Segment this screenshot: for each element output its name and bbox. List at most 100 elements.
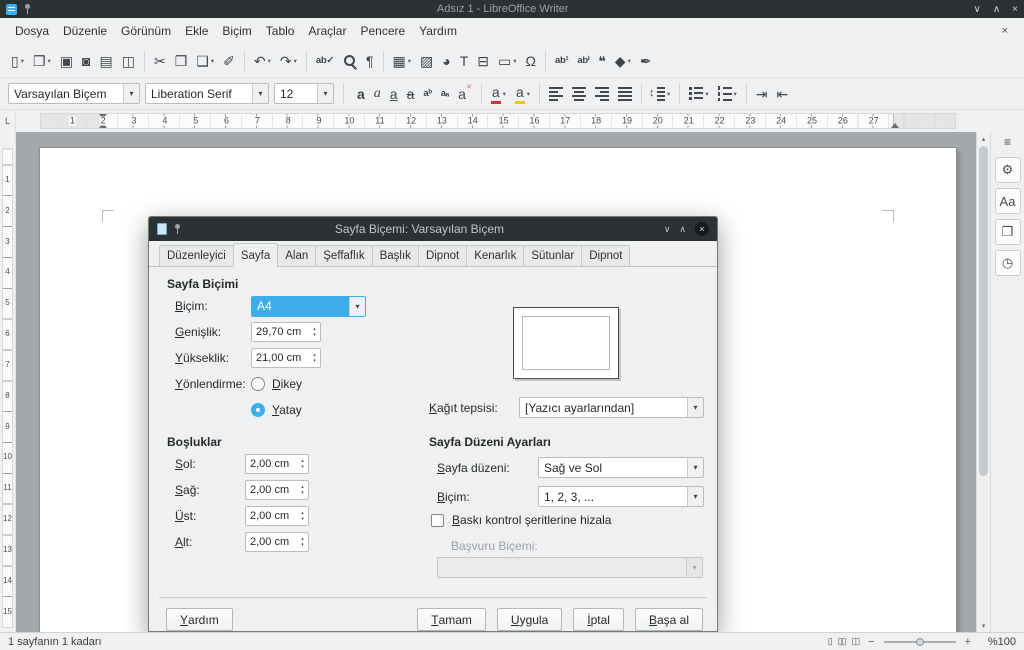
help-button[interactable]: Yardım	[166, 608, 233, 631]
spin-up-icon[interactable]	[313, 353, 316, 358]
zoom-level[interactable]: %100	[980, 636, 1016, 648]
spin-up-icon[interactable]	[313, 327, 316, 332]
subscript-icon[interactable]: aₐ	[437, 86, 453, 102]
bold-icon[interactable]: a	[353, 84, 369, 104]
apply-button[interactable]: Uygula	[497, 608, 562, 631]
dropdown-arrow-icon[interactable]: ▾	[48, 57, 51, 65]
height-spinner[interactable]: 21,00 cm	[251, 348, 321, 368]
page-format-dropdown[interactable]: A4	[251, 296, 366, 317]
dropdown-arrow-icon[interactable]: ▾	[268, 57, 271, 65]
dropdown-arrow-icon[interactable]: ▾	[21, 57, 24, 65]
insert-shapes-icon[interactable]: ◆▾	[611, 51, 635, 71]
dropdown-arrow-icon[interactable]: ▾	[667, 90, 670, 98]
sidebar-properties-icon[interactable]: ⚙	[995, 157, 1021, 183]
insert-chart-icon[interactable]: ◕	[438, 51, 454, 71]
margin-left-spinner[interactable]: 2,00 cm	[245, 454, 309, 474]
spin-down-icon[interactable]	[313, 359, 316, 364]
dialog-tab-seffaflik[interactable]: Şeffaflık	[315, 245, 372, 267]
dialog-tab-sutunlar[interactable]: Sütunlar	[523, 245, 582, 267]
superscript-icon[interactable]: aᵇ	[419, 86, 435, 102]
dialog-tab-sayfa[interactable]: Sayfa	[233, 243, 278, 267]
line-spacing-icon[interactable]: ▾	[647, 83, 674, 104]
print-preview-icon[interactable]: ◫	[118, 51, 139, 71]
font-size-combo[interactable]: 12	[274, 83, 334, 104]
sidebar-navigator-icon[interactable]: ◷	[995, 250, 1021, 276]
chevron-down-icon[interactable]	[687, 398, 703, 417]
menu-dosya[interactable]: Dosya	[8, 20, 56, 42]
page-count-status[interactable]: 1 sayfanın 1 kadarı	[8, 636, 102, 648]
dialog-roll-up-icon[interactable]: ∧	[679, 224, 686, 235]
dropdown-arrow-icon[interactable]: ▾	[628, 57, 631, 65]
insert-footnote-icon[interactable]: ab¹	[551, 53, 572, 69]
insert-text-box-icon[interactable]: T	[456, 51, 473, 71]
minimize-icon[interactable]: ∨	[974, 4, 981, 15]
numbered-list-icon[interactable]: ▾	[714, 83, 741, 104]
dropdown-arrow-icon[interactable]: ▾	[527, 90, 530, 98]
dialog-pin-icon[interactable]	[174, 224, 182, 235]
menu-gorunum[interactable]: Görünüm	[114, 20, 178, 42]
redo-icon[interactable]: ↷▾	[276, 51, 301, 71]
close-document-icon[interactable]: ×	[994, 23, 1016, 39]
print-icon[interactable]: ▤	[96, 51, 117, 71]
register-true-row[interactable]: Baskı kontrol şeritlerine hizala	[431, 513, 611, 527]
spin-down-icon[interactable]	[301, 491, 304, 496]
tab-stop-selector[interactable]: L	[0, 110, 16, 132]
italic-icon[interactable]: a	[370, 84, 385, 104]
increase-indent-icon[interactable]: ⇥	[752, 84, 772, 104]
insert-endnote-icon[interactable]: abⁱ	[573, 53, 593, 69]
underline-icon[interactable]: a	[386, 84, 402, 104]
pin-icon[interactable]	[24, 4, 32, 15]
ok-button[interactable]: Tamam	[417, 608, 486, 631]
spin-up-icon[interactable]	[301, 485, 304, 490]
view-multiple-pages-icon[interactable]: ▯▯	[838, 636, 846, 647]
numbering-format-dropdown[interactable]: 1, 2, 3, ...	[538, 486, 704, 507]
dialog-tab-duzenleyici[interactable]: Düzenleyici	[159, 245, 234, 267]
menu-araclar[interactable]: Araçlar	[301, 20, 353, 42]
highlight-color-icon[interactable]: a▾	[511, 82, 534, 105]
chevron-down-icon[interactable]	[687, 487, 703, 506]
landscape-radio[interactable]	[251, 403, 265, 417]
scroll-up-icon[interactable]	[977, 132, 990, 145]
export-pdf-icon[interactable]: ◙	[78, 51, 94, 71]
chevron-down-icon[interactable]	[123, 84, 139, 103]
page-layout-dropdown[interactable]: Sağ ve Sol	[538, 457, 704, 478]
right-indent-marker[interactable]	[891, 123, 899, 128]
menu-ekle[interactable]: Ekle	[178, 20, 215, 42]
sidebar-gallery-icon[interactable]: ❐	[995, 219, 1021, 245]
sidebar-styles-icon[interactable]: Aa	[995, 188, 1021, 214]
spin-down-icon[interactable]	[301, 543, 304, 548]
zoom-slider[interactable]	[884, 641, 956, 643]
menu-yardim[interactable]: Yardım	[412, 20, 464, 42]
align-left-icon[interactable]	[545, 83, 567, 104]
zoom-slider-handle[interactable]	[916, 638, 924, 646]
draw-functions-icon[interactable]: ✒	[636, 51, 656, 71]
chevron-down-icon[interactable]	[252, 84, 268, 103]
spin-up-icon[interactable]	[301, 459, 304, 464]
maximize-icon[interactable]: ∧	[993, 4, 1000, 15]
spin-down-icon[interactable]	[301, 517, 304, 522]
clone-formatting-icon[interactable]: ✐	[219, 51, 239, 71]
chevron-down-icon[interactable]	[349, 297, 365, 316]
margin-top-spinner[interactable]: 2,00 cm	[245, 506, 309, 526]
clear-formatting-icon[interactable]: a	[454, 84, 476, 104]
open-icon[interactable]: ❒▾	[29, 51, 55, 71]
spin-down-icon[interactable]	[313, 333, 316, 338]
document-area[interactable]: Sayfa Biçemi: Varsayılan Biçem ∨ ∧ × Düz…	[16, 132, 976, 632]
font-name-combo[interactable]: Liberation Serif	[145, 83, 269, 104]
align-right-icon[interactable]	[591, 83, 613, 104]
dropdown-arrow-icon[interactable]: ▾	[705, 90, 708, 98]
reset-button[interactable]: Başa al	[635, 608, 703, 631]
chevron-down-icon[interactable]	[317, 84, 333, 103]
undo-icon[interactable]: ↶▾	[250, 51, 275, 71]
sidebar-settings-icon[interactable]: ≡	[1004, 135, 1011, 149]
close-icon[interactable]: ×	[1012, 4, 1018, 15]
dropdown-arrow-icon[interactable]: ▾	[294, 57, 297, 65]
align-center-icon[interactable]	[568, 83, 590, 104]
find-replace-icon[interactable]	[339, 51, 361, 71]
menu-tablo[interactable]: Tablo	[259, 20, 302, 42]
paragraph-style-combo[interactable]: Varsayılan Biçem	[8, 83, 140, 104]
dialog-close-icon[interactable]: ×	[695, 222, 709, 236]
dialog-roll-down-icon[interactable]: ∨	[664, 224, 671, 235]
menu-bicim[interactable]: Biçim	[215, 20, 258, 42]
horizontal-ruler[interactable]: 1234567891011121314151617181920212223242…	[16, 110, 1024, 132]
